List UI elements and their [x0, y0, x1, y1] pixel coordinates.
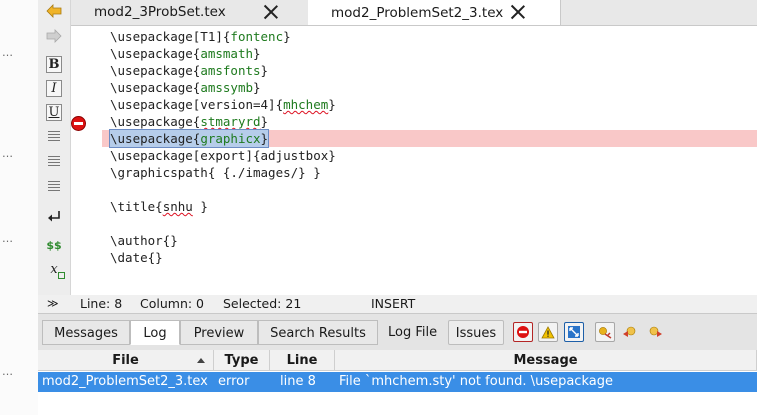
- row-line: line 8: [280, 374, 316, 389]
- output-panel-tabbar: Messages Log Preview Search Results Log …: [38, 313, 757, 351]
- edit-mode: INSERT: [371, 296, 416, 311]
- code-line-text: \usepackage{stmaryrd}: [110, 114, 269, 129]
- issues-button[interactable]: Issues: [448, 320, 504, 345]
- document-tab-bar: mod2_3ProbSet.tex mod2_ProblemSet2_3.tex: [38, 0, 757, 26]
- code-line[interactable]: \usepackage{stmaryrd}: [102, 113, 757, 130]
- code-line-text: \graphicspath{ {./images/} }: [110, 165, 321, 180]
- collapse-icon[interactable]: ≫: [47, 295, 59, 313]
- tab-log[interactable]: Log: [130, 320, 180, 345]
- code-line-text: \title{snhu }: [110, 199, 208, 214]
- log-table: File Type Line Message mod2_ProblemSet2_…: [38, 350, 757, 415]
- stop-errors-icon[interactable]: [513, 322, 533, 342]
- close-icon[interactable]: [263, 4, 278, 19]
- code-line[interactable]: \author{}: [102, 232, 757, 249]
- code-line[interactable]: \usepackage{amsmath}: [102, 45, 757, 62]
- subscript-icon[interactable]: x: [46, 261, 65, 279]
- align-left-icon[interactable]: [46, 128, 62, 144]
- tab-mod2-problemset2-3[interactable]: mod2_ProblemSet2_3.tex: [308, 0, 561, 25]
- align-right-icon[interactable]: [46, 178, 62, 194]
- code-line[interactable]: \usepackage{amsfonts}: [102, 62, 757, 79]
- background-window-strip: … … … …: [0, 0, 39, 415]
- next-error-icon[interactable]: [647, 324, 663, 340]
- ellipsis-icon: …: [2, 46, 13, 59]
- code-line-text: \usepackage{amsmath}: [110, 46, 261, 61]
- bold-icon[interactable]: B: [46, 56, 62, 73]
- badbox-icon[interactable]: [564, 322, 584, 342]
- row-message: File `mhchem.sty' not found. \usepackage: [339, 374, 613, 389]
- sort-ascending-icon: [197, 358, 205, 363]
- warning-icon[interactable]: [538, 322, 558, 342]
- code-line[interactable]: \graphicspath{ {./images/} }: [102, 164, 757, 181]
- code-line-text: \usepackage[export]{adjustbox}: [110, 148, 336, 163]
- row-type: error: [218, 374, 250, 389]
- code-line[interactable]: \title{snhu }: [102, 198, 757, 215]
- column-header-file[interactable]: File: [38, 350, 214, 371]
- code-line-text: \usepackage[version=4]{mhchem}: [110, 97, 336, 112]
- cursor-line: Line: 8: [80, 296, 123, 311]
- error-marker-icon[interactable]: [71, 116, 86, 131]
- code-line-text: \author{}: [110, 233, 178, 248]
- code-line-text: \date{}: [110, 250, 163, 265]
- formatting-toolbar: B I U $$ x: [38, 0, 71, 313]
- math-mode-icon[interactable]: $$: [46, 237, 62, 253]
- code-line[interactable]: \usepackage[T1]{fontenc}: [102, 28, 757, 45]
- tab-mod2-3probset[interactable]: mod2_3ProbSet.tex: [68, 0, 309, 24]
- ellipsis-icon: …: [2, 147, 13, 160]
- new-line-icon[interactable]: [46, 208, 62, 224]
- navigate-forward-icon[interactable]: [46, 28, 62, 44]
- tab-label: mod2_ProblemSet2_3.tex: [331, 4, 504, 21]
- tab-search-results[interactable]: Search Results: [258, 320, 378, 345]
- log-file-label: Log File: [388, 325, 438, 340]
- navigate-back-icon[interactable]: [46, 3, 62, 19]
- selection-count: Selected: 21: [223, 296, 302, 311]
- code-line[interactable]: \usepackage{amssymb}: [102, 79, 757, 96]
- code-line[interactable]: [102, 215, 757, 232]
- code-line-text: \usepackage{amsfonts}: [110, 63, 269, 78]
- ellipsis-icon: …: [2, 232, 13, 245]
- tab-messages[interactable]: Messages: [42, 320, 130, 345]
- code-line[interactable]: \usepackage{graphicx}: [102, 129, 757, 148]
- close-icon[interactable]: [510, 4, 525, 19]
- code-line-text: \usepackage{amssymb}: [110, 80, 261, 95]
- column-header-type[interactable]: Type: [214, 350, 270, 371]
- column-header-label: File: [112, 353, 139, 368]
- underline-icon[interactable]: U: [46, 104, 62, 121]
- column-header-line[interactable]: Line: [270, 350, 335, 371]
- column-header-message[interactable]: Message: [335, 350, 757, 371]
- row-file: mod2_ProblemSet2_3.tex: [42, 374, 208, 389]
- code-line[interactable]: [102, 181, 757, 198]
- ellipsis-icon: …: [2, 365, 13, 378]
- code-line-text: \usepackage[T1]{fontenc}: [110, 29, 291, 44]
- code-line[interactable]: \usepackage[export]{adjustbox}: [102, 147, 757, 164]
- code-line-text: \usepackage{graphicx}: [108, 129, 270, 148]
- previous-error-icon[interactable]: [622, 324, 638, 340]
- table-row[interactable]: mod2_ProblemSet2_3.tex error line 8 File…: [38, 372, 757, 392]
- code-editor[interactable]: \usepackage[T1]{fontenc} \usepackage{amsm…: [102, 25, 757, 293]
- status-bar: ≫ Line: 8 Column: 0 Selected: 21 INSERT: [38, 295, 757, 313]
- bookmark-toggle-icon[interactable]: [595, 322, 615, 342]
- code-line[interactable]: \usepackage[version=4]{mhchem}: [102, 96, 757, 113]
- cursor-column: Column: 0: [140, 296, 205, 311]
- tab-preview[interactable]: Preview: [180, 320, 258, 345]
- code-line[interactable]: \date{}: [102, 249, 757, 266]
- tab-label: mod2_3ProbSet.tex: [94, 4, 226, 20]
- align-center-icon[interactable]: [46, 153, 62, 169]
- italic-icon[interactable]: I: [46, 80, 62, 97]
